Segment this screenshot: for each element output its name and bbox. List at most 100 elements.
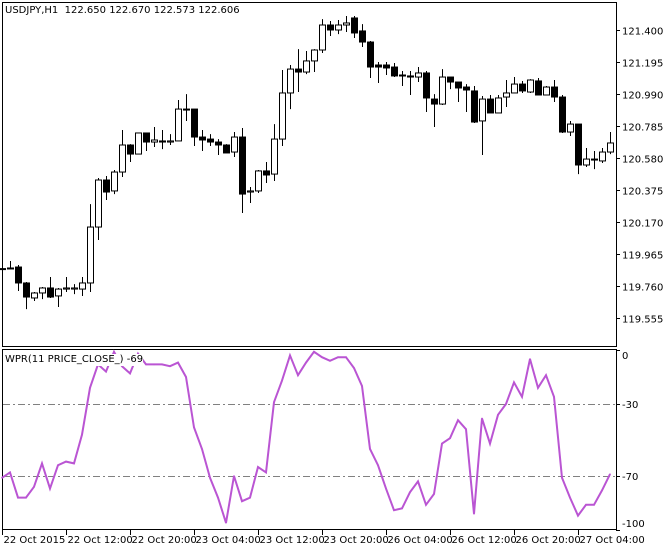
bear-candle (127, 144, 134, 163)
wpr-point (265, 471, 267, 474)
candle-body (303, 60, 310, 73)
bull-candle (7, 260, 14, 270)
bull-candle (119, 130, 126, 178)
bull-candle (279, 70, 286, 146)
wpr-point (129, 372, 131, 375)
candle-body (167, 140, 174, 143)
chart-window[interactable]: 121.400 121.195 120.990 120.785 120.580 120.3… (0, 0, 668, 549)
candle-body (383, 64, 390, 69)
time-tick-label: 23 Oct 04:00 (196, 535, 261, 546)
wpr-point (473, 513, 475, 515)
wpr-line (1, 349, 611, 524)
candle-body (239, 136, 246, 195)
bull-candle (479, 95, 486, 155)
candle-body (367, 41, 374, 68)
candle-body (271, 138, 278, 175)
bull-candle (583, 147, 590, 168)
wpr-point (305, 361, 307, 364)
candle-body (423, 72, 430, 99)
price-tick-label: 119.555 (622, 315, 663, 326)
wpr-level-lines (3, 404, 616, 477)
candle-body (247, 190, 254, 193)
wpr-point (57, 464, 59, 467)
indicator-label: WPR(11 PRICE_CLOSE_) -69 (5, 354, 144, 366)
wpr-point (441, 442, 443, 445)
chart-canvas[interactable]: 121.400 121.195 120.990 120.785 120.580 120.3… (0, 0, 668, 549)
candle-body (207, 138, 214, 143)
time-tick-label: 27 Oct 04:00 (580, 535, 645, 546)
bear-candle (223, 144, 230, 154)
wpr-point (537, 387, 539, 389)
wpr-point (593, 504, 595, 506)
candle-body (359, 30, 366, 43)
ohlc-values: 122.650 122.670 122.573 122.606 (64, 5, 240, 16)
wpr-point (361, 385, 363, 387)
wpr-point (329, 360, 331, 362)
candle-body (319, 24, 326, 51)
time-tick-label: 26 Oct 12:00 (452, 535, 517, 546)
wpr-point (257, 466, 259, 468)
bull-candle (335, 20, 342, 35)
candle-body (543, 86, 550, 96)
price-axis: 121.400 121.195 120.990 120.785 120.580 120.3… (616, 27, 663, 326)
price-tick-label: 120.580 (622, 155, 663, 166)
wpr-line-series (1, 349, 611, 524)
wpr-tick-label: -70 (622, 472, 638, 483)
bull-candle (495, 95, 502, 114)
bear-candle (215, 139, 222, 155)
candle-body (327, 24, 334, 31)
bear-candle (199, 130, 206, 151)
bear-candle (463, 84, 470, 113)
candle-body (31, 292, 38, 299)
candle-body (159, 140, 166, 143)
price-tick-label: 120.990 (622, 91, 663, 102)
wpr-point (41, 462, 43, 465)
candle-body (47, 287, 54, 298)
candle-body (79, 282, 86, 290)
candle-body (399, 74, 406, 77)
candle-body (343, 22, 350, 26)
time-tick-label: 26 Oct 04:00 (388, 535, 453, 546)
wpr-point (193, 426, 195, 429)
wpr-point (401, 507, 403, 510)
wpr-point (233, 475, 235, 477)
wpr-tick-label: 0 (622, 351, 628, 362)
wpr-point (321, 356, 323, 359)
bear-candle (519, 80, 526, 93)
wpr-point (65, 460, 67, 463)
bear-candle (591, 150, 598, 170)
wpr-point (457, 419, 459, 422)
wpr-point (289, 354, 291, 357)
wpr-point (505, 403, 507, 405)
candle-body (63, 287, 70, 290)
bear-candle (359, 24, 366, 48)
price-tick-label: 119.760 (622, 283, 663, 294)
bull-candle (607, 132, 614, 155)
candle-body (335, 24, 342, 31)
candlestick-series (0, 15, 614, 310)
wpr-point (217, 496, 219, 499)
candle-body (215, 141, 222, 146)
bull-candle (231, 132, 238, 158)
bear-candle (327, 20, 334, 36)
wpr-point (369, 448, 371, 450)
wpr-point (409, 491, 411, 494)
candle-body (55, 288, 62, 297)
candle-body (311, 49, 318, 62)
candle-body (295, 68, 302, 73)
candle-body (71, 287, 78, 290)
chart-frames (2, 2, 617, 530)
wpr-point (561, 477, 563, 479)
candle-body (487, 98, 494, 114)
candle-body (447, 76, 454, 83)
candle-body (535, 80, 542, 96)
wpr-point (185, 376, 187, 378)
bull-candle (95, 177, 102, 240)
candle-body (135, 132, 142, 155)
indicator-name: WPR(11 PRICE_CLOSE_) (5, 354, 124, 365)
price-tick-label: 120.170 (622, 219, 663, 230)
bear-candle (159, 130, 166, 150)
price-tick-label: 119.965 (622, 251, 663, 262)
bear-candle (391, 62, 398, 78)
main-chart-frame (2, 2, 617, 347)
